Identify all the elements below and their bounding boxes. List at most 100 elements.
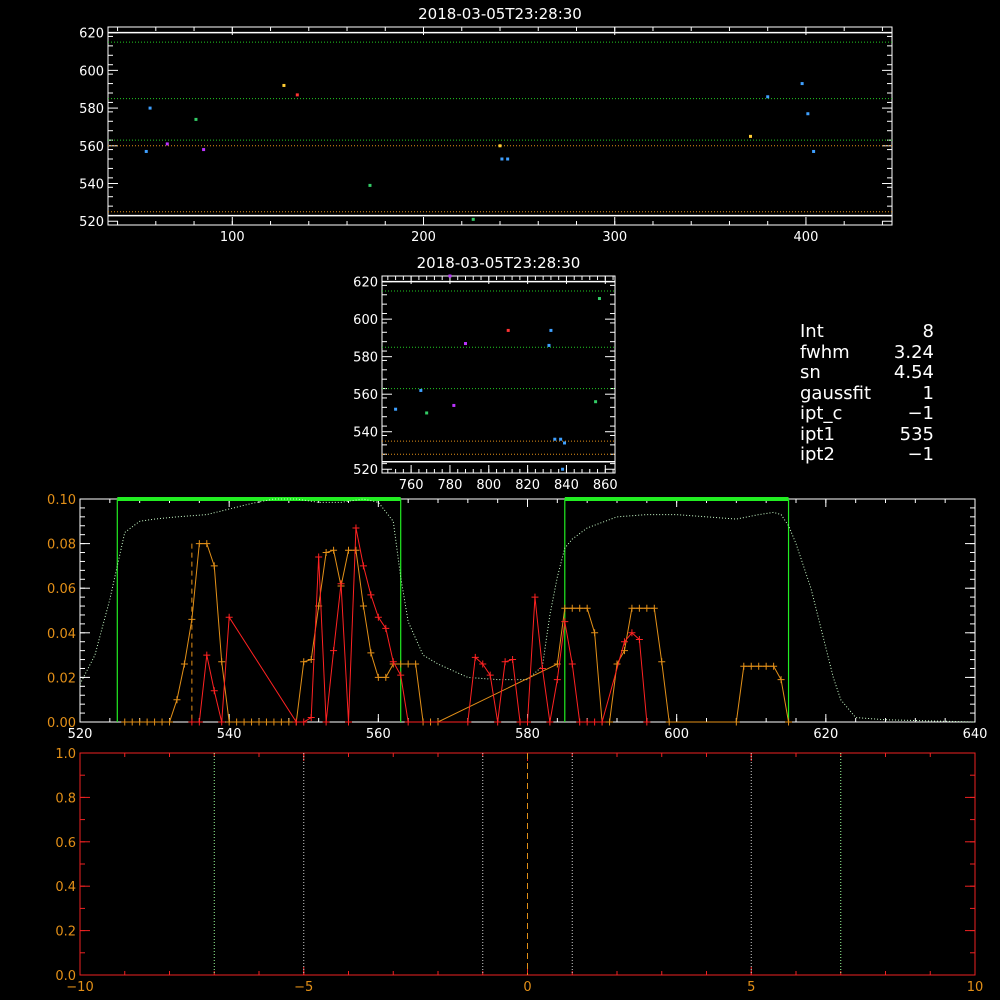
data-point xyxy=(202,148,206,152)
series-marker xyxy=(524,718,531,726)
x-tick-label: 580 xyxy=(515,727,540,742)
info-row-ipt1: ipt1 535 xyxy=(800,424,934,446)
x-tick-label: 800 xyxy=(476,478,501,493)
data-point xyxy=(448,274,452,278)
series-marker xyxy=(576,718,584,726)
series-marker xyxy=(203,651,211,659)
series-marker xyxy=(665,718,673,726)
data-point xyxy=(597,297,601,301)
x-tick-label: 560 xyxy=(366,727,391,742)
info-key: ipt_c xyxy=(800,403,843,424)
series-marker xyxy=(188,615,196,623)
x-tick-label: −5 xyxy=(294,980,313,995)
data-point xyxy=(553,437,557,441)
series-marker xyxy=(300,658,308,666)
series-marker xyxy=(128,718,136,726)
x-tick-label: 300 xyxy=(602,230,627,245)
series-marker xyxy=(404,660,412,668)
data-point xyxy=(463,342,467,346)
figure-canvas: 100 200 300 4005205405605806006202018-03-05… xyxy=(47,5,987,995)
series-marker xyxy=(591,629,599,637)
series-marker xyxy=(561,604,569,612)
series-marker xyxy=(382,673,390,681)
x-tick-label: 600 xyxy=(664,727,689,742)
series-marker xyxy=(188,718,196,726)
data-point xyxy=(498,144,502,148)
info-row-ipt2: ipt2 −1 xyxy=(800,444,934,466)
info-row-gaussfit: gaussfit 1 xyxy=(800,383,934,405)
series-marker xyxy=(225,718,233,726)
series-marker xyxy=(195,718,203,726)
series-marker xyxy=(494,718,502,726)
series-marker xyxy=(345,718,352,726)
series-marker xyxy=(643,604,651,612)
x-tick-label: 640 xyxy=(963,727,988,742)
info-row-sn: sn 4.54 xyxy=(800,362,934,384)
data-point xyxy=(368,183,372,187)
series-marker xyxy=(292,718,300,726)
data-point xyxy=(559,437,563,441)
y-tick-label: 540 xyxy=(353,426,378,441)
x-tick-label: 100 xyxy=(220,230,245,245)
info-value: 4.54 xyxy=(893,362,934,383)
series-marker xyxy=(352,546,360,554)
series-marker xyxy=(330,647,338,655)
series-marker xyxy=(464,718,472,726)
info-value: −1 xyxy=(907,403,934,424)
series-marker xyxy=(404,718,412,726)
info-row-fwhm: fwhm 3.24 xyxy=(800,341,934,364)
spectrum-chart: 520 540 560 580 600 620 6400.000.020.040.060.0… xyxy=(47,493,987,742)
y-tick-label: 520 xyxy=(353,463,378,478)
y-tick-label: 560 xyxy=(79,140,104,155)
y-tick-label: 0.02 xyxy=(47,671,76,686)
series-marker xyxy=(158,718,166,726)
y-tick-label: 0.6 xyxy=(55,836,76,851)
y-tick-label: 580 xyxy=(353,351,378,366)
series-marker xyxy=(576,604,584,612)
y-tick-label: 0.0 xyxy=(55,969,76,984)
series-marker xyxy=(315,553,323,561)
info-value: −1 xyxy=(907,444,934,465)
series-marker xyxy=(262,718,270,726)
y-tick-label: 0.8 xyxy=(55,791,76,806)
series-marker xyxy=(345,546,352,554)
series-marker xyxy=(628,604,636,612)
series-marker xyxy=(598,718,606,726)
data-point xyxy=(563,441,567,445)
x-tick-label: 840 xyxy=(554,478,579,493)
plot-frame xyxy=(381,275,616,474)
data-point xyxy=(452,403,456,407)
series-marker xyxy=(255,718,263,726)
plot-frame xyxy=(107,26,893,226)
y-tick-label: 600 xyxy=(353,313,378,328)
info-value: 3.24 xyxy=(893,341,934,363)
series-marker xyxy=(785,718,793,726)
series-marker xyxy=(747,662,755,670)
series-marker xyxy=(121,718,129,726)
y-tick-label: 600 xyxy=(79,64,104,79)
y-tick-label: 560 xyxy=(353,388,378,403)
series-marker xyxy=(382,624,390,632)
lower-panel-chart: −10 −5 0 5 100.00.20.40.60.81.0 xyxy=(55,747,983,995)
series-marker xyxy=(568,604,576,612)
series-marker xyxy=(248,718,256,726)
series-marker xyxy=(225,613,233,621)
series-marker xyxy=(374,673,382,681)
series-marker xyxy=(210,687,218,695)
series-marker xyxy=(553,676,561,684)
series-marker xyxy=(501,658,509,666)
series-marker xyxy=(538,664,546,672)
data-point xyxy=(506,328,510,332)
series-marker xyxy=(359,562,367,570)
series-marker xyxy=(635,604,643,612)
y-tick-label: 0.2 xyxy=(55,925,76,940)
middle-scatter-chart: 760 780 800 820 840 860 520 540 560 580 600 620 2018… xyxy=(353,254,618,493)
data-point xyxy=(766,95,770,99)
info-key: Int xyxy=(800,321,824,342)
y-tick-label: 520 xyxy=(79,215,104,230)
data-point xyxy=(394,407,398,411)
data-point xyxy=(295,93,299,97)
series-marker xyxy=(732,718,740,726)
data-point xyxy=(812,149,816,153)
y-tick-label: 620 xyxy=(79,27,104,42)
